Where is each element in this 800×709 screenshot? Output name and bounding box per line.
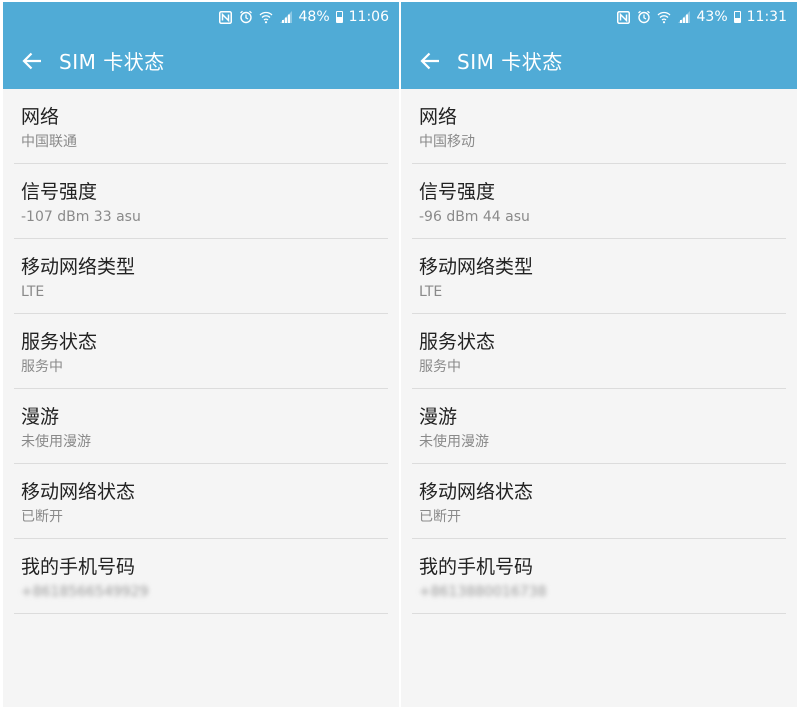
sim-status-list: 网络 中国移动 信号强度 -96 dBm 44 asu 移动网络类型 LTE 服… (401, 89, 797, 614)
list-item-service-state[interactable]: 服务状态 服务中 (412, 314, 786, 389)
comparison-screenshot: 48% 11:06 SIM 卡状态 网络 中国联通 信号强度 -107 dBm … (0, 0, 800, 709)
list-item-signal-strength[interactable]: 信号强度 -107 dBm 33 asu (14, 164, 388, 239)
signal-icon (677, 10, 691, 24)
back-arrow-icon (22, 52, 41, 69)
status-bar: 48% 11:06 (3, 2, 399, 32)
item-value: -107 dBm 33 asu (21, 209, 141, 225)
item-label: 移动网络状态 (21, 481, 136, 503)
list-item-roaming[interactable]: 漫游 未使用漫游 (412, 389, 786, 464)
status-bar: 43% 11:31 (401, 2, 797, 32)
nfc-icon (219, 10, 233, 24)
item-label: 漫游 (419, 406, 458, 428)
sim-status-list: 网络 中国联通 信号强度 -107 dBm 33 asu 移动网络类型 LTE … (3, 89, 399, 614)
list-item-network-type[interactable]: 移动网络类型 LTE (412, 239, 786, 314)
list-item-mobile-network-state[interactable]: 移动网络状态 已断开 (412, 464, 786, 539)
item-label: 服务状态 (419, 331, 496, 353)
battery-icon (733, 11, 741, 23)
list-item-phone-number[interactable]: 我的手机号码 +8618566549929 (14, 539, 388, 614)
battery-percent: 48% (298, 9, 330, 25)
page-title: SIM 卡状态 (59, 50, 165, 74)
item-label: 移动网络类型 (419, 256, 534, 278)
list-item-network[interactable]: 网络 中国联通 (14, 89, 388, 164)
item-value: 已断开 (21, 509, 63, 525)
phone-number-value: +8613880016738 (419, 584, 547, 600)
battery-icon (335, 11, 343, 23)
item-label: 网络 (419, 106, 458, 128)
list-item-roaming[interactable]: 漫游 未使用漫游 (14, 389, 388, 464)
clock: 11:31 (746, 9, 787, 25)
app-bar: SIM 卡状态 (401, 32, 797, 89)
alarm-icon (239, 10, 253, 24)
wifi-icon (657, 10, 671, 24)
item-label: 我的手机号码 (419, 556, 534, 578)
item-value: 未使用漫游 (21, 434, 91, 450)
list-item-mobile-network-state[interactable]: 移动网络状态 已断开 (14, 464, 388, 539)
list-item-service-state[interactable]: 服务状态 服务中 (14, 314, 388, 389)
item-value: 服务中 (419, 359, 461, 375)
app-bar: SIM 卡状态 (3, 32, 399, 89)
list-item-phone-number[interactable]: 我的手机号码 +8613880016738 (412, 539, 786, 614)
back-button[interactable] (417, 48, 443, 74)
item-value: -96 dBm 44 asu (419, 209, 530, 225)
item-label: 我的手机号码 (21, 556, 136, 578)
battery-percent: 43% (696, 9, 728, 25)
item-value: 未使用漫游 (419, 434, 489, 450)
signal-icon (279, 10, 293, 24)
item-value: 已断开 (419, 509, 461, 525)
item-value: LTE (21, 284, 45, 300)
item-label: 漫游 (21, 406, 60, 428)
item-value: 中国联通 (21, 134, 77, 150)
item-label: 网络 (21, 106, 60, 128)
phone-number-value: +8618566549929 (21, 584, 149, 600)
item-value: LTE (419, 284, 443, 300)
alarm-icon (637, 10, 651, 24)
item-label: 移动网络状态 (419, 481, 534, 503)
item-value: 中国移动 (419, 134, 475, 150)
wifi-icon (259, 10, 273, 24)
page-title: SIM 卡状态 (457, 50, 563, 74)
nfc-icon (617, 10, 631, 24)
clock: 11:06 (348, 9, 389, 25)
item-label: 移动网络类型 (21, 256, 136, 278)
back-button[interactable] (19, 48, 45, 74)
phone-screen-left: 48% 11:06 SIM 卡状态 网络 中国联通 信号强度 -107 dBm … (3, 2, 399, 707)
back-arrow-icon (420, 52, 439, 69)
item-value: 服务中 (21, 359, 63, 375)
list-item-network-type[interactable]: 移动网络类型 LTE (14, 239, 388, 314)
list-item-network[interactable]: 网络 中国移动 (412, 89, 786, 164)
item-label: 信号强度 (419, 181, 496, 203)
phone-screen-right: 43% 11:31 SIM 卡状态 网络 中国移动 信号强度 -96 dBm 4… (401, 2, 797, 707)
item-label: 信号强度 (21, 181, 98, 203)
list-item-signal-strength[interactable]: 信号强度 -96 dBm 44 asu (412, 164, 786, 239)
item-label: 服务状态 (21, 331, 98, 353)
